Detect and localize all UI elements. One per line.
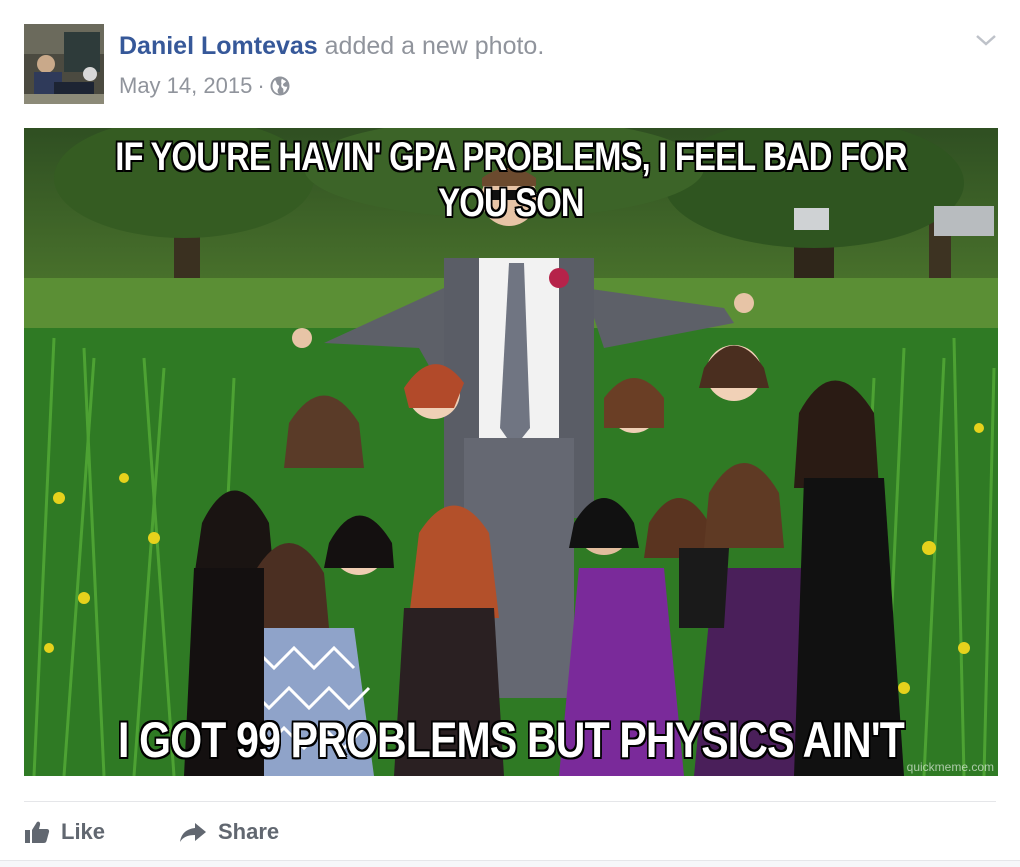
- post-photo[interactable]: IF YOU'RE HAVIN' GPA PROBLEMS, I FEEL BA…: [24, 128, 998, 776]
- meme-bottom-text: I GOT 99 PROBLEMS BUT PHYSICS AIN'T ONE: [118, 712, 905, 776]
- author-avatar[interactable]: [24, 24, 104, 104]
- watermark: quickmeme.com: [906, 760, 994, 774]
- meta-separator: ·: [257, 73, 265, 98]
- post-meta: May 14, 2015 ·: [119, 71, 291, 101]
- feed-post: Daniel Lomtevas added a new photo. May 1…: [0, 0, 1020, 867]
- avatar-photo: [24, 24, 104, 104]
- post-timestamp[interactable]: May 14, 2015: [119, 71, 252, 101]
- share-arrow-icon: [180, 823, 206, 842]
- like-label: Like: [61, 819, 106, 844]
- like-button[interactable]: Like: [24, 814, 105, 850]
- thumbs-up-icon: [25, 821, 50, 843]
- globe-icon[interactable]: [269, 75, 291, 97]
- post-action-text: added a new photo.: [324, 32, 545, 60]
- share-button[interactable]: Share: [179, 814, 279, 850]
- meme-top-text: IF YOU'RE HAVIN' GPA PROBLEMS, I FEEL BA…: [115, 135, 907, 225]
- divider: [24, 801, 996, 802]
- author-name-link[interactable]: Daniel Lomtevas: [119, 32, 318, 60]
- share-label: Share: [218, 819, 280, 844]
- post-header-title: Daniel Lomtevas added a new photo.: [119, 30, 544, 62]
- chevron-down-icon[interactable]: [973, 30, 999, 50]
